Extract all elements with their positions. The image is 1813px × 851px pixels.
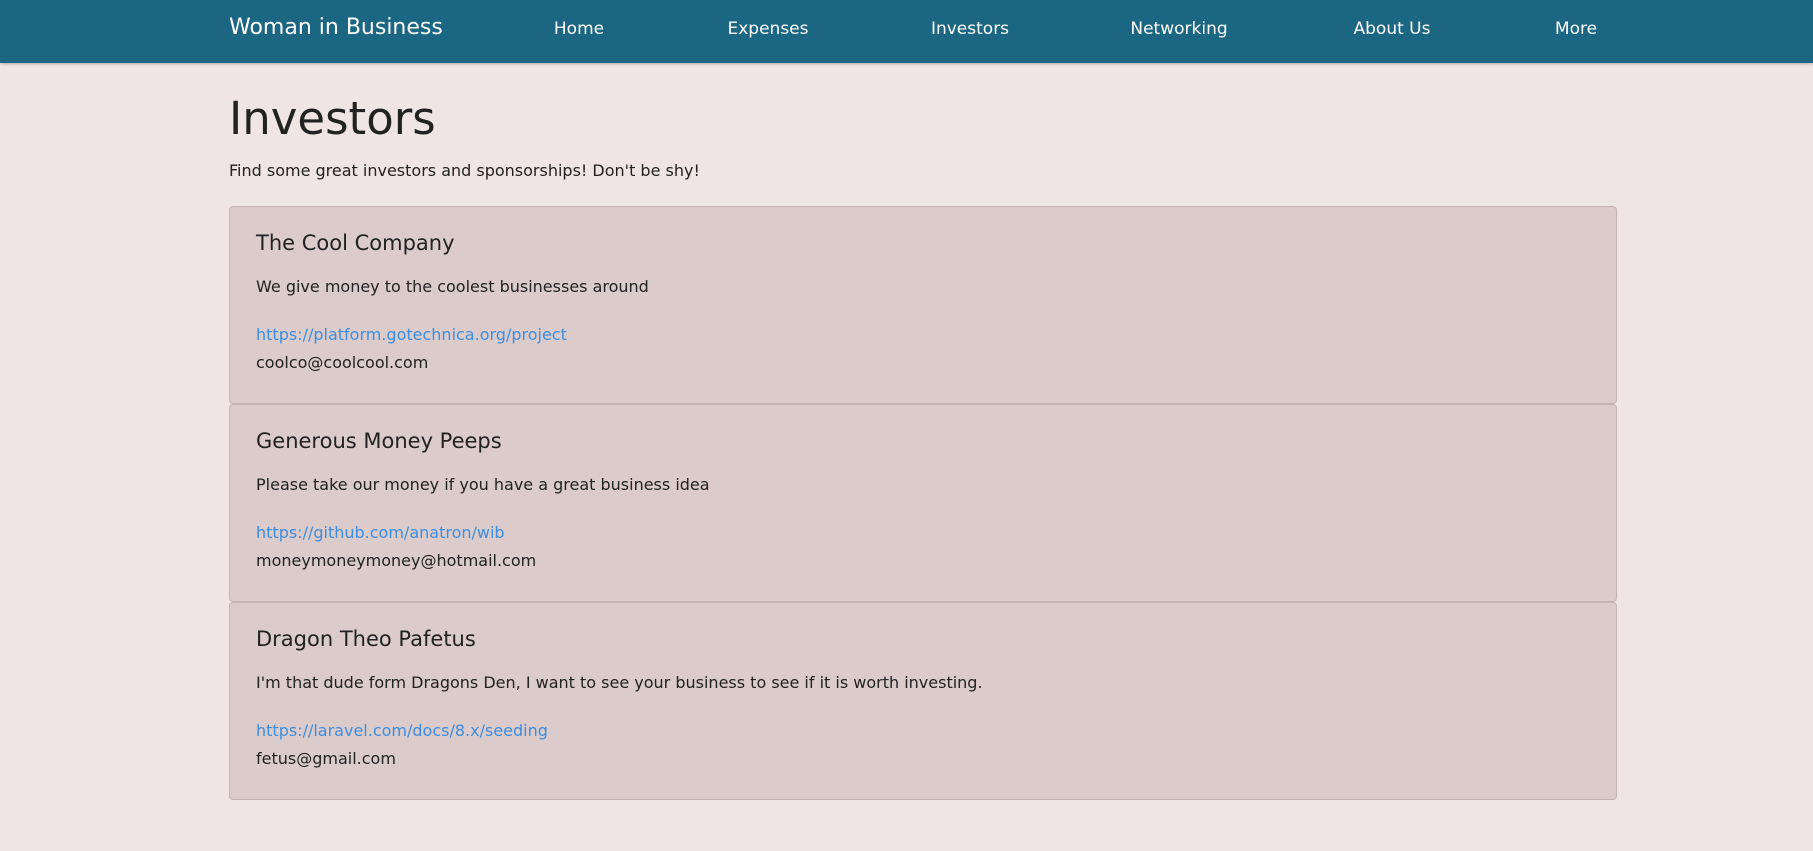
investor-website-link[interactable]: https://github.com/anatron/wib: [256, 523, 505, 542]
investor-list: The Cool Company We give money to the co…: [229, 206, 1617, 800]
nav-link-about-us[interactable]: About Us: [1354, 19, 1431, 39]
investor-email: coolco@coolcool.com: [256, 353, 429, 372]
investor-description: I'm that dude form Dragons Den, I want t…: [256, 673, 983, 692]
investor-name: Generous Money Peeps: [256, 429, 502, 453]
investor-description: We give money to the coolest businesses …: [256, 277, 649, 296]
investor-email: fetus@gmail.com: [256, 749, 396, 768]
page-title: Investors: [229, 92, 436, 145]
nav-link-investors[interactable]: Investors: [931, 19, 1009, 39]
investor-website-link[interactable]: https://laravel.com/docs/8.x/seeding: [256, 721, 548, 740]
investor-card: Dragon Theo Pafetus I'm that dude form D…: [229, 602, 1617, 800]
top-navbar: Woman in Business Home Expenses Investor…: [0, 0, 1813, 63]
investor-card: The Cool Company We give money to the co…: [229, 206, 1617, 404]
investor-name: Dragon Theo Pafetus: [256, 627, 476, 651]
investor-name: The Cool Company: [256, 231, 455, 255]
nav-link-expenses[interactable]: Expenses: [728, 19, 809, 39]
nav-link-networking[interactable]: Networking: [1130, 19, 1227, 39]
nav-link-more[interactable]: More: [1555, 19, 1597, 39]
nav-link-home[interactable]: Home: [554, 19, 604, 39]
page-subtitle: Find some great investors and sponsorshi…: [229, 161, 700, 180]
brand-link[interactable]: Woman in Business: [229, 15, 443, 40]
investor-card: Generous Money Peeps Please take our mon…: [229, 404, 1617, 602]
investor-email: moneymoneymoney@hotmail.com: [256, 551, 537, 570]
investor-description: Please take our money if you have a grea…: [256, 475, 710, 494]
investor-website-link[interactable]: https://platform.gotechnica.org/project: [256, 325, 567, 344]
